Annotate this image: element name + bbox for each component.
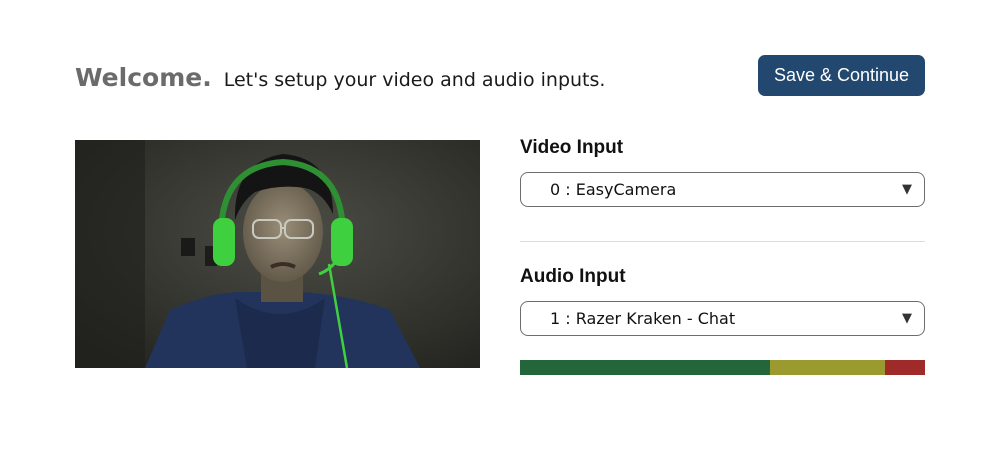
- video-input-label: Video Input: [520, 137, 624, 158]
- page-header: Welcome. Let's setup your video and audi…: [75, 63, 605, 99]
- setup-page: Welcome. Let's setup your video and audi…: [0, 0, 1000, 450]
- meter-segment-red: [884, 360, 925, 375]
- audio-input-label: Audio Input: [520, 266, 626, 287]
- meter-segment-yellow: [769, 360, 885, 375]
- camera-preview-image: [75, 140, 480, 368]
- chevron-down-icon: ▼: [902, 311, 912, 326]
- audio-level-meter: [520, 360, 925, 375]
- video-input-value: 0 : EasyCamera: [550, 180, 677, 199]
- setup-instructions: Let's setup your video and audio inputs.: [223, 69, 606, 91]
- input-settings-panel: Video Input 0 : EasyCamera ▼ Audio Input…: [520, 135, 925, 336]
- save-continue-button[interactable]: Save & Continue: [758, 55, 925, 96]
- video-input-select[interactable]: 0 : EasyCamera ▼: [520, 172, 925, 207]
- audio-input-select[interactable]: 1 : Razer Kraken - Chat ▼: [520, 301, 925, 336]
- chevron-down-icon: ▼: [902, 182, 912, 197]
- meter-segment-green: [520, 360, 770, 375]
- welcome-heading: Welcome.: [75, 63, 212, 92]
- audio-input-value: 1 : Razer Kraken - Chat: [550, 309, 736, 328]
- camera-preview: [75, 140, 480, 368]
